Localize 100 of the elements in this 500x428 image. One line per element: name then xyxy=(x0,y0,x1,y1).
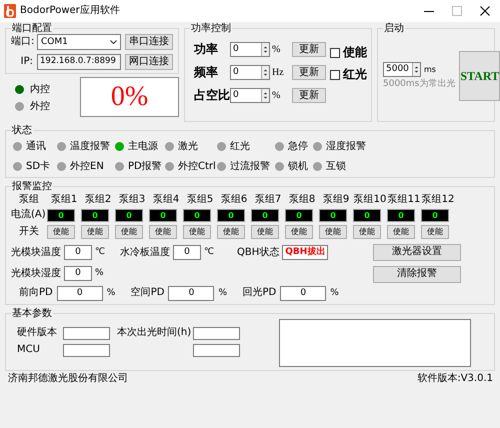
update-button[interactable]: 更新 xyxy=(292,65,326,80)
status-label: 红光 xyxy=(230,141,250,152)
number-spinner[interactable]: 0 xyxy=(230,65,270,80)
enable-button[interactable]: 使能 xyxy=(217,224,245,238)
status-label: 外控EN xyxy=(70,160,104,172)
percent-display: 0% xyxy=(80,77,179,117)
field-label: 端口: xyxy=(11,36,33,48)
value-field: 0 xyxy=(64,266,92,281)
status-label: 激光 xyxy=(178,141,198,152)
group-title: 功率控制 xyxy=(190,23,232,34)
value-field: 0 xyxy=(56,286,103,300)
input-field[interactable] xyxy=(63,344,110,356)
mode-label: 外控 xyxy=(30,101,50,112)
column-header: 泵组1 xyxy=(50,194,78,206)
duration-spinner[interactable]: 5000 xyxy=(383,62,421,78)
enable-button[interactable]: 使能 xyxy=(47,224,75,238)
column-header: 泵组4 xyxy=(152,194,180,206)
unit-label: % xyxy=(106,288,116,298)
column-header: 泵组10 xyxy=(353,194,387,206)
enable-button[interactable]: 使能 xyxy=(183,224,211,238)
hint-text: 5000ms为常出光 xyxy=(383,79,456,90)
status-label: 通讯 xyxy=(26,141,46,152)
value-field: 0 xyxy=(64,245,92,260)
network-connect-button[interactable]: 网口连接 xyxy=(125,54,173,70)
number-spinner[interactable]: 0 xyxy=(230,42,270,57)
unit-label: Hz xyxy=(272,66,285,78)
update-button[interactable]: 更新 xyxy=(292,42,326,57)
unit-label: % xyxy=(95,268,105,279)
enable-button[interactable]: 使能 xyxy=(285,224,313,238)
status-label: PD报警 xyxy=(128,160,162,172)
group-title: 端口配置 xyxy=(11,23,53,34)
enable-button[interactable]: 使能 xyxy=(421,224,449,238)
value-field: 0 xyxy=(173,245,201,260)
field-label: 功率 xyxy=(193,42,219,56)
value-field: 0 xyxy=(168,286,214,300)
unit-label: % xyxy=(218,288,228,298)
enable-button[interactable]: 使能 xyxy=(81,224,109,238)
unit-label: % xyxy=(272,90,282,102)
number-spinner[interactable]: 0 xyxy=(230,88,270,103)
input-field[interactable] xyxy=(193,326,240,340)
status-label: 互锁 xyxy=(326,160,346,172)
ip-field[interactable]: 192.168.0.7:8899 xyxy=(37,54,121,70)
current-readout: 0 xyxy=(251,208,279,222)
update-button[interactable]: 更新 xyxy=(292,88,326,103)
current-readout: 0 xyxy=(285,208,313,222)
enable-button[interactable]: 使能 xyxy=(115,224,143,238)
mode-label: 内控 xyxy=(30,84,50,95)
row-label: 电流(A) xyxy=(11,209,47,221)
serial-connect-button[interactable]: 串口连接 xyxy=(125,34,173,50)
port-dropdown[interactable]: COM1 xyxy=(37,34,121,50)
window-title: BodorPower应用软件 xyxy=(20,5,121,17)
close-icon[interactable] xyxy=(480,6,490,16)
unit-label: ℃ xyxy=(204,247,216,258)
status-label: 温度报警 xyxy=(70,141,110,152)
value-field: 0 xyxy=(280,286,326,300)
group-title: 基本参数 xyxy=(11,308,53,318)
status-label: 主电源 xyxy=(128,141,158,152)
company-name: 济南邦德激光股份有限公司 xyxy=(8,372,128,384)
field-label: 空间PD xyxy=(130,287,164,299)
column-header: 泵组12 xyxy=(421,194,455,206)
field-label: 光模块温度 xyxy=(11,246,61,258)
current-readout: 0 xyxy=(387,208,415,222)
column-header: 泵组6 xyxy=(220,194,248,206)
unit-label: % xyxy=(330,288,340,298)
enable-button[interactable]: 使能 xyxy=(319,224,347,238)
column-header: 泵组9 xyxy=(322,194,350,206)
field-label: 光模块湿度 xyxy=(11,268,61,280)
field-label: MCU xyxy=(17,344,41,356)
dropdown-caret-icon xyxy=(110,40,117,44)
action-button[interactable]: 清除报警 xyxy=(373,266,461,282)
unit-label: ms xyxy=(424,65,436,74)
column-header: 泵组8 xyxy=(288,194,316,206)
action-button[interactable]: 激光器设置 xyxy=(373,244,461,260)
enable-button[interactable]: 使能 xyxy=(353,224,381,238)
status-label: SD卡 xyxy=(26,160,50,172)
column-header: 泵组2 xyxy=(84,194,112,206)
input-field[interactable] xyxy=(63,326,110,340)
enable-button[interactable]: 使能 xyxy=(251,224,279,238)
input-field[interactable] xyxy=(193,344,240,356)
checkbox[interactable] xyxy=(330,70,340,80)
column-header: 泵组11 xyxy=(387,194,421,206)
row-label: 开关 xyxy=(18,226,40,238)
current-readout: 0 xyxy=(47,208,75,222)
current-readout: 0 xyxy=(217,208,245,222)
field-label: 硬件版本 xyxy=(17,327,57,339)
field-label: 水冷板温度 xyxy=(120,246,170,258)
group-title: 报警监控 xyxy=(11,181,53,192)
checkbox-label: 使能 xyxy=(343,46,367,60)
field-label: 频率 xyxy=(192,66,219,80)
unit-label: ℃ xyxy=(95,247,106,258)
start-button[interactable]: START xyxy=(459,51,500,101)
column-header: 泵组5 xyxy=(186,194,214,206)
group-title: 启动 xyxy=(383,23,405,34)
status-label: 外控Ctrl xyxy=(178,160,216,172)
checkbox[interactable] xyxy=(330,48,340,58)
enable-button[interactable]: 使能 xyxy=(387,224,415,238)
current-readout: 0 xyxy=(319,208,347,222)
current-readout: 0 xyxy=(421,208,449,222)
log-area[interactable] xyxy=(279,318,471,366)
enable-button[interactable]: 使能 xyxy=(149,224,177,238)
